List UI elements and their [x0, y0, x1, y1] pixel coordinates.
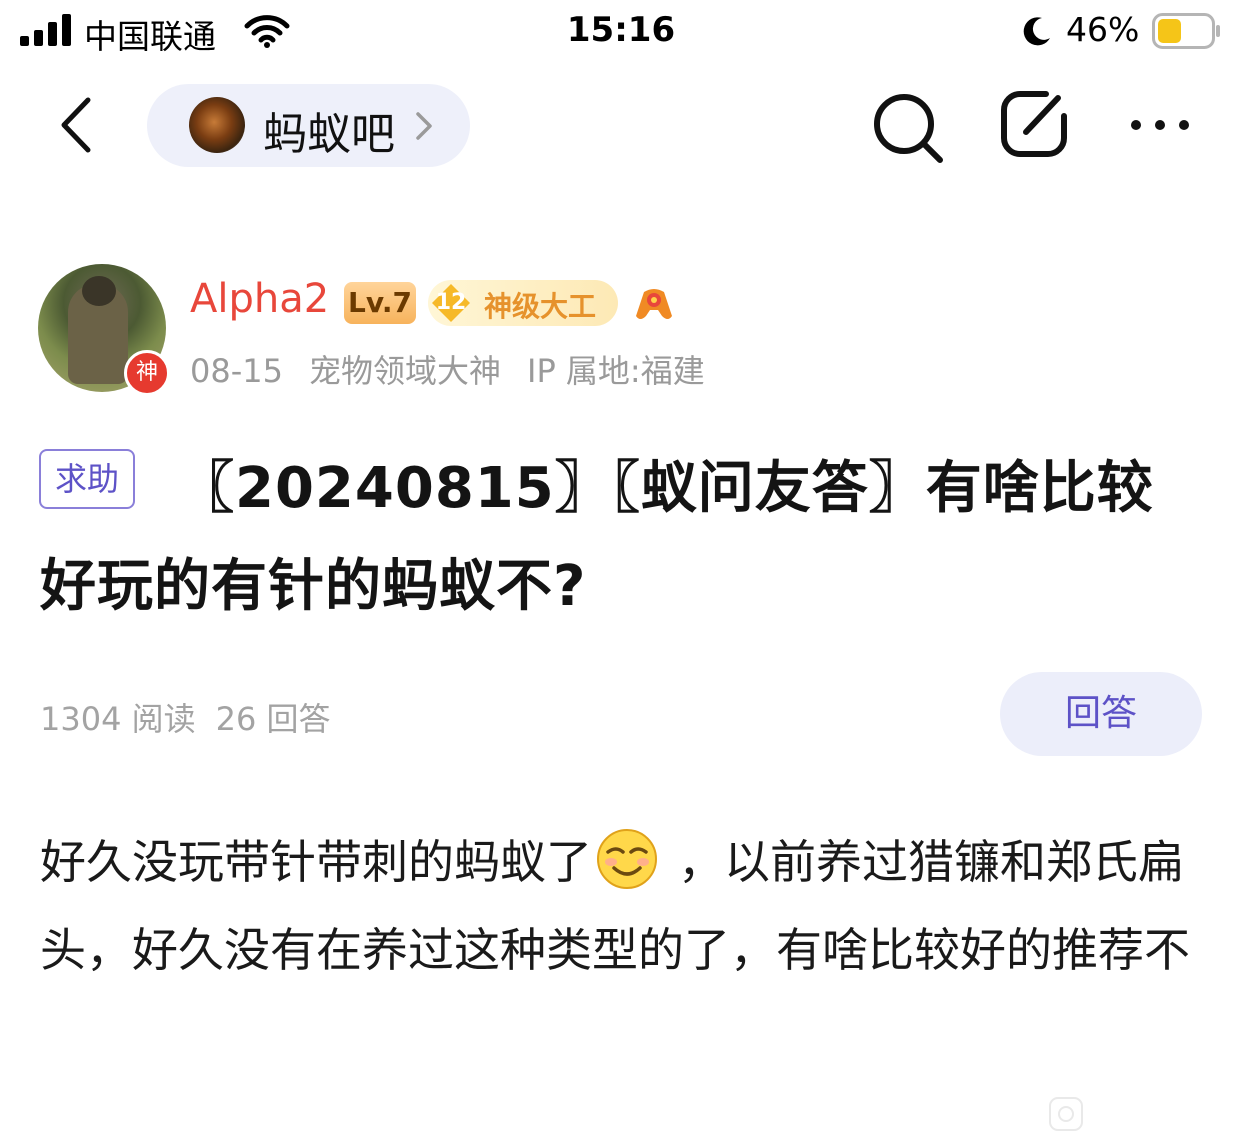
- status-bar: 中国联通 15:16 46%: [0, 0, 1242, 62]
- search-icon[interactable]: [870, 90, 946, 166]
- back-icon[interactable]: [50, 92, 106, 158]
- read-count: 1304 阅读: [40, 700, 196, 738]
- forum-avatar: [189, 97, 245, 153]
- post-title: 〖20240815〗〖蚁问友答〗有啥比较好玩的有针的蚂蚁不?: [40, 456, 1154, 619]
- smug-smile-emoji-icon: [597, 829, 657, 889]
- do-not-disturb-moon-icon: [1023, 17, 1050, 46]
- more-icon[interactable]: [1128, 110, 1192, 140]
- rank-title: 神级大工: [484, 290, 597, 323]
- carrier-label: 中国联通: [84, 17, 216, 56]
- author-name[interactable]: Alpha2: [190, 276, 329, 322]
- wifi-icon: [244, 15, 290, 48]
- rank-number: 12: [435, 290, 467, 315]
- god-badge: 神: [124, 350, 170, 396]
- post-body: 好久没玩带针带刺的蚂蚁了 ，以前养过猎镰和郑氏扁头，好久没有在养过这种类型的了，…: [40, 818, 1210, 994]
- battery-icon: [1152, 13, 1220, 49]
- gamepad-icon: [636, 289, 672, 319]
- post-body-text-1: 好久没玩带针带刺的蚂蚁了: [40, 835, 592, 889]
- rank-badge: 12 神级大工: [428, 280, 618, 326]
- post-stats: 1304 阅读 26 回答: [40, 694, 351, 740]
- watermark-icon: [1049, 1097, 1083, 1131]
- status-time: 15:16: [566, 10, 676, 50]
- reply-button[interactable]: 回答: [1000, 672, 1202, 756]
- chevron-right-icon: [416, 112, 432, 140]
- author-honor: 宠物领域大神: [308, 352, 501, 390]
- answer-count: 26 回答: [215, 700, 331, 738]
- post-date: 08-15: [190, 352, 283, 390]
- battery-percent: 46%: [1066, 10, 1140, 49]
- forum-name: 蚂蚁吧: [263, 109, 395, 160]
- forum-entry-button[interactable]: 蚂蚁吧: [147, 84, 470, 167]
- level-badge: Lv.7: [344, 282, 416, 324]
- signal-icon: [20, 14, 71, 46]
- post-meta: 08-15 宠物领域大神 IP 属地:福建: [190, 346, 731, 392]
- ip-location: IP 属地:福建: [527, 352, 705, 390]
- edit-icon[interactable]: [996, 86, 1072, 162]
